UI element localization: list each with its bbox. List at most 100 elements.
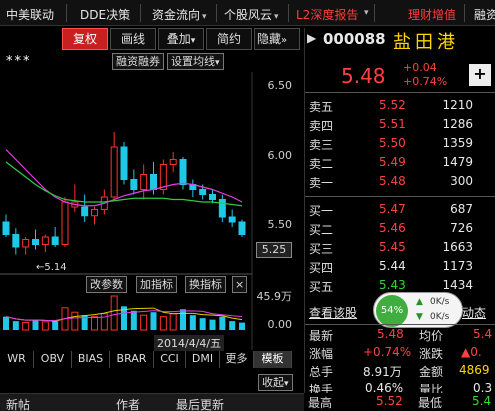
stat-label: 总手: [309, 365, 334, 379]
sell-label: 卖二: [309, 157, 334, 171]
collapse-arrow-icon[interactable]: ▶: [307, 31, 316, 45]
stat-row: 涨幅 +0.74% 涨跌 ▲0.: [305, 344, 495, 363]
buy-price: 5.45: [379, 240, 406, 254]
view-stock-link-suffix[interactable]: 动态: [462, 304, 486, 321]
overlay-button[interactable]: 叠加▾: [158, 28, 204, 50]
tab-more[interactable]: 更多: [220, 351, 254, 368]
sell-label: 卖三: [309, 138, 334, 152]
divider: [216, 4, 217, 22]
volume-bar: [91, 316, 98, 331]
stat-label: 涨幅: [309, 347, 334, 361]
tab-wr[interactable]: WR: [0, 351, 34, 368]
menu-l2-report[interactable]: L2深度报告: [296, 6, 358, 23]
buy-label: 买四: [309, 261, 334, 275]
stat-value: 0.3: [473, 381, 493, 393]
hide-button[interactable]: 隐藏»: [254, 28, 300, 50]
volume-bar: [41, 321, 49, 331]
buy-label: 买二: [309, 223, 334, 237]
switch-indicator-button[interactable]: 换指标: [185, 276, 226, 293]
menu-wealth[interactable]: 理财增值: [408, 6, 456, 23]
divider: [464, 4, 465, 22]
tab-bias[interactable]: BIAS: [72, 351, 110, 368]
tab-obv[interactable]: OBV: [34, 351, 72, 368]
volume-bar: [130, 310, 137, 330]
candle-body: [41, 236, 49, 245]
price-tick: 6.00: [267, 149, 293, 162]
add-indicator-button[interactable]: 加指标: [136, 276, 177, 293]
tab-brar[interactable]: BRAR: [110, 351, 154, 368]
kline-chart[interactable]: [0, 72, 302, 350]
tab-dmi[interactable]: DMI: [186, 351, 220, 368]
stat-value: ▲0.: [461, 345, 482, 359]
menu-dde-decision[interactable]: DDE决策: [80, 6, 130, 23]
ma-settings-button[interactable]: 设置均线▾: [167, 53, 224, 70]
divider: [305, 92, 495, 93]
sell-row-2: 卖二 5.49 1479: [305, 154, 495, 173]
simple-mode-label: 简约: [216, 32, 241, 46]
tab-cci[interactable]: CCI: [154, 351, 186, 368]
menu-fund-flow[interactable]: 资金流向 ▾: [152, 6, 207, 23]
chevron-down-icon[interactable]: ▾: [364, 8, 369, 18]
candle-body: [12, 234, 20, 248]
view-stock-link[interactable]: 查看该股: [309, 304, 357, 321]
candle-body: [238, 221, 246, 235]
draw-line-button[interactable]: 画线: [110, 28, 156, 50]
volume-bar: [12, 321, 19, 330]
top-menu-bar: 中美联动 DDE决策 资金流向 ▾ 个股风云 ▾ L2深度报告 ▾ 理财增值 融资: [0, 0, 495, 26]
divider: [66, 4, 67, 22]
close-indicator-icon[interactable]: ×: [232, 276, 248, 293]
margin-trading-button[interactable]: 融资融券: [112, 53, 164, 70]
price-change: +0.04: [403, 61, 437, 74]
volume-bar: [229, 321, 236, 330]
kline-chart-area[interactable]: 6.50 6.00 5.50 5.25 ←5.14 改参数 加指标 换指标 × …: [0, 72, 302, 351]
stat-value: 5.52: [376, 394, 403, 408]
chevron-right-icon: »: [281, 35, 288, 46]
stat-row: 最新 5.48 均价 5.4: [305, 326, 495, 345]
candle-body: [169, 159, 177, 165]
buy-label: 买一: [309, 204, 334, 218]
stat-label: 涨跌: [419, 347, 444, 361]
overlay-label: 叠加: [166, 32, 191, 46]
candle-body: [32, 239, 39, 245]
menu-us-china-link[interactable]: 中美联动: [6, 6, 54, 23]
sell-volume: 1210: [442, 98, 473, 112]
menu-stock-news[interactable]: 个股风云 ▾: [224, 6, 279, 23]
sell-price: 5.48: [379, 174, 406, 188]
menu-financing[interactable]: 融资: [474, 6, 495, 23]
candle-body: [228, 216, 236, 223]
volume-bar: [150, 312, 157, 330]
collapse-button[interactable]: 收起▾: [258, 374, 293, 391]
author-label[interactable]: 作者: [116, 396, 140, 411]
restore-rights-button[interactable]: 复权: [62, 28, 108, 50]
sell-price: 5.49: [379, 155, 406, 169]
quote-panel: ▶ 000088 盐田港 5.48 +0.04 +0.74% + 卖五 5.52…: [304, 28, 495, 393]
candle-body: [51, 236, 59, 245]
volume-bar: [32, 319, 39, 330]
stat-label: 均价: [419, 329, 444, 343]
chart-subtoolbar: *** 融资融券 设置均线▾: [0, 52, 302, 72]
last-price: 5.48: [341, 64, 386, 88]
tab-template[interactable]: 模板: [254, 351, 292, 368]
buy-price: 5.47: [379, 202, 406, 216]
indicator-tabs: WR OBV BIAS BRAR CCI DMI 更多 模板: [0, 351, 302, 368]
candle-body: [179, 159, 187, 185]
stat-label: 换手: [309, 383, 334, 393]
sell-volume: 1479: [442, 155, 473, 169]
stat-value: 5.4: [472, 394, 492, 408]
stat-row: 换手 0.46% 量比 0.3: [305, 380, 495, 393]
last-update-label[interactable]: 最后更新: [176, 396, 224, 411]
edit-params-button[interactable]: 改参数: [86, 276, 127, 293]
add-watchlist-button[interactable]: +: [469, 64, 491, 86]
candle-body: [61, 201, 69, 245]
buy-row-2: 买二 5.46 726: [305, 220, 495, 239]
network-speed-widget[interactable]: 54% ▲ 0K/s ▼ 0K/s: [373, 292, 463, 328]
volume-bar: [209, 319, 216, 330]
volume-bar: [219, 316, 226, 330]
buy-row-3: 买三 5.45 1663: [305, 239, 495, 258]
simple-mode-button[interactable]: 简约: [206, 28, 252, 50]
new-post-label[interactable]: 新帖: [6, 396, 30, 411]
sell-price: 5.51: [379, 117, 406, 131]
chart-toolbar: 复权 画线 叠加▾ 简约 隐藏»: [0, 28, 302, 50]
volume-bar: [52, 321, 59, 330]
price-change-pct: +0.74%: [403, 75, 448, 88]
